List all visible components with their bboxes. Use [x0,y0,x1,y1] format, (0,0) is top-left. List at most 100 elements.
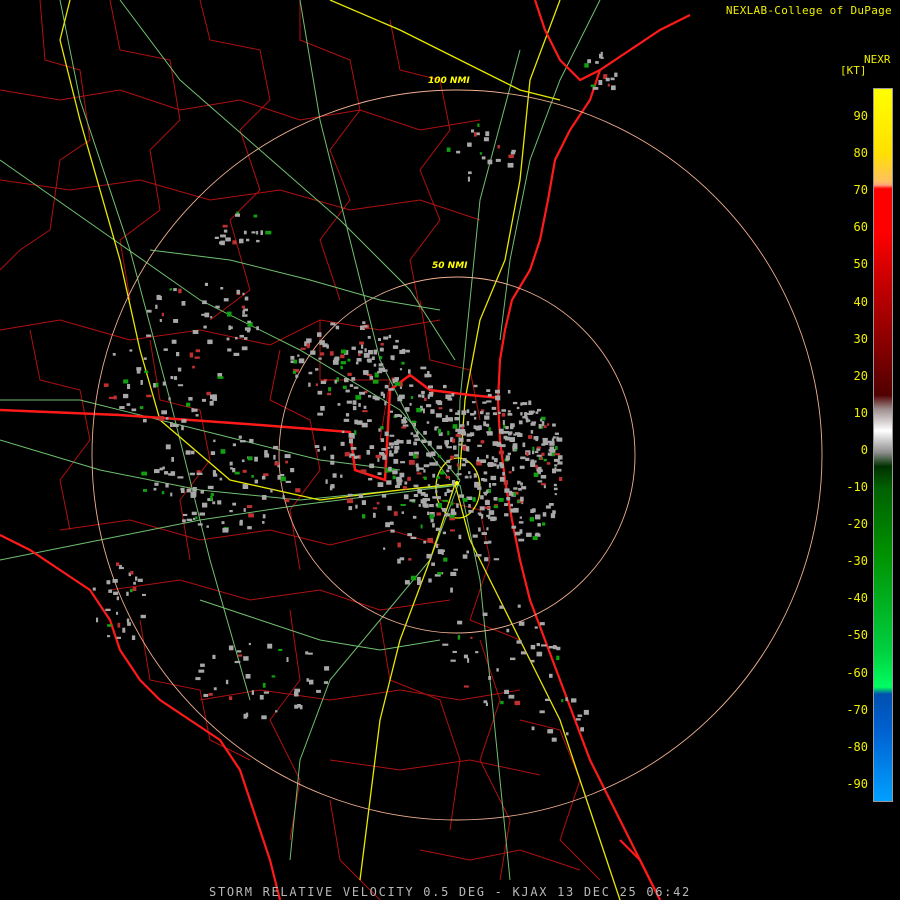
radar-echo-pixel [483,137,489,142]
radar-echo-pixel [248,642,251,646]
radar-echo-pixel [361,422,368,428]
radar-echo-pixel [445,475,450,479]
radar-echo-pixel [498,411,501,414]
radar-echo-pixel [348,438,353,444]
radar-echo-pixel [547,423,550,426]
radar-echo-pixel [168,397,171,401]
radar-echo-pixel [456,473,462,476]
radar-echo-pixel [386,480,392,485]
radar-echo-pixel [142,593,146,596]
radar-echo-pixel [204,282,208,286]
radar-echo-pixel [456,150,461,154]
radar-echo-pixel [377,458,380,462]
radar-echo-pixel [495,158,501,162]
radar-echo-pixel [208,693,213,696]
radar-echo-pixel [315,368,319,371]
radar-echo-pixel [327,392,331,396]
radar-echo-pixel [173,319,179,323]
radar-echo-pixel [496,443,502,447]
radar-echo-pixel [556,646,561,651]
radar-echo-pixel [528,435,533,439]
radar-echo-pixel [416,576,421,581]
radar-echo-pixel [229,461,233,466]
radar-echo-pixel [242,469,247,473]
radar-echo-pixel [423,505,429,508]
radar-echo-pixel [223,229,228,233]
radar-echo-pixel [122,627,126,633]
radar-echo-pixel [535,514,541,520]
radar-echo-pixel [368,477,373,481]
radar-echo-pixel [435,543,439,548]
radar-echo-pixel [486,514,490,518]
radar-echo-pixel [320,406,325,411]
radar-echo-pixel [428,385,433,389]
state-boundaries [0,373,501,482]
radar-echo-pixel [441,550,444,555]
radar-echo-pixel [347,493,353,497]
radar-echo-pixel [495,395,501,401]
radar-echo-pixel [177,476,184,479]
velocity-scale-tick: -10 [846,480,868,494]
radar-echo-pixel [340,365,343,370]
radar-echo-pixel [188,397,193,401]
radar-echo-pixel [177,367,182,372]
radar-echo-pixel [452,650,457,653]
radar-echo-pixel [191,511,197,516]
radar-echo-pixel [139,406,144,410]
radar-echo-pixel [352,433,355,439]
radar-echo-pixel [112,353,116,356]
radar-echo-pixel [436,512,441,516]
velocity-scale-tick: -50 [846,628,868,643]
radar-echo-pixel [512,423,515,428]
radar-echo-pixel [127,384,131,389]
radar-echo-pixel [376,501,380,505]
radar-echo-pixel [413,441,417,446]
radar-echo-pixel [423,430,427,435]
radar-echo-pixel [504,689,509,694]
radar-echo-pixel [351,377,356,381]
radar-echo-pixel [510,657,516,661]
radar-echo-pixel [232,443,236,447]
radar-echo-pixel [206,525,209,528]
velocity-scale-tick: 40 [853,294,868,309]
radar-echo-pixel [430,518,434,523]
product-caption: STORM RELATIVE VELOCITY 0.5 DEG - KJAX 1… [209,885,691,899]
radar-echo-pixel [413,434,418,438]
radar-echo-pixel [262,682,266,688]
radar-echo-pixel [426,404,432,408]
radar-echo-pixel [309,679,314,685]
radar-echo-pixel [471,401,476,404]
radar-echo-pixel [158,416,164,421]
radar-echo-pixel [532,508,536,513]
radar-echo-pixel [369,375,374,380]
radar-echo-pixel [598,80,603,85]
radar-echo-pixel [450,587,453,593]
radar-echo-pixel [447,430,450,436]
radar-echo-pixel [240,440,246,443]
radar-echo-pixel [196,472,203,475]
velocity-scale-tick: 0 [860,442,868,457]
radar-echo-pixel [285,480,292,483]
radar-echo-pixel [227,311,232,317]
radar-echo-pixel [401,361,405,365]
radar-echo-pixel [439,471,445,475]
radar-echo-pixel [282,495,285,500]
radar-echo-pixel [212,654,216,659]
radar-echo-pixel [146,394,152,398]
radar-echo-pixel [394,414,401,417]
radar-echo-pixel [294,688,300,693]
radar-echo-pixel [537,523,541,527]
radar-echo-pixel [528,400,532,405]
radar-echo-pixel [488,427,491,432]
radar-echo-pixel [472,497,476,502]
radar-echo-pixel [410,536,417,539]
radar-echo-pixel [504,488,510,493]
radar-echo-pixel [457,620,463,625]
radar-echo-pixel [532,446,535,451]
radar-echo-pixel [495,389,500,394]
radar-echo-pixel [392,475,396,480]
range-ring-label-50: 50 NMI [432,261,468,271]
radar-echo-pixel [470,636,473,639]
radar-echo-pixel [126,403,131,406]
radar-echo-pixel [380,426,384,430]
